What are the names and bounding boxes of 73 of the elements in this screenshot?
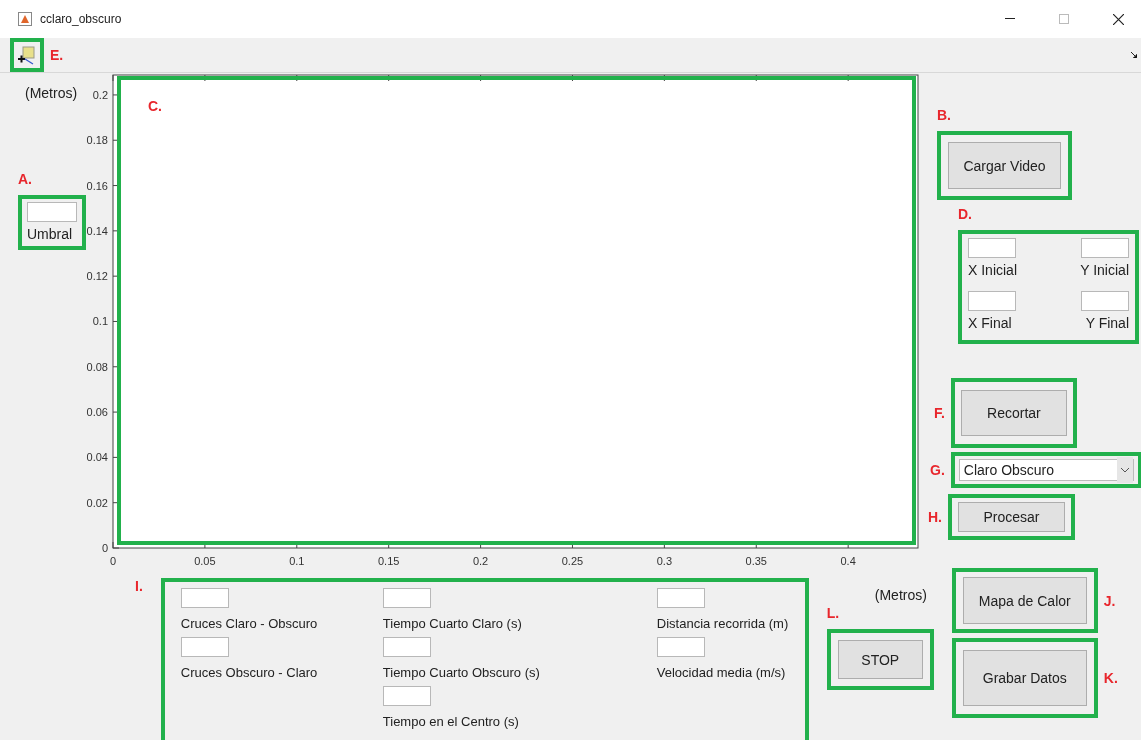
y-tick-label: 0.2	[92, 88, 108, 101]
field-label: Tiempo Cuarto Claro (s)	[382, 616, 523, 631]
x-tick-label: 0.25	[561, 555, 584, 567]
y-tick-label: 0	[101, 542, 108, 554]
field-label: Distancia recorrida (m)	[656, 616, 790, 631]
y-tick-label: 0.12	[86, 270, 108, 283]
x-tick-label: 0.35	[745, 555, 767, 567]
field-label: Tiempo Cuarto Obscuro (s)	[382, 665, 541, 680]
field-label: Y Final	[1085, 315, 1129, 331]
y-tick-label: 0.14	[86, 224, 108, 237]
y-tick-label: 0.1	[92, 315, 108, 328]
annotation-label: J.	[1103, 592, 1116, 609]
input-field[interactable]	[180, 637, 229, 657]
input-field[interactable]	[382, 588, 431, 608]
field-label: Y Inicial	[1080, 262, 1129, 278]
stop-button[interactable]: STOP	[837, 640, 923, 679]
dropdown[interactable]: Claro Obscuro	[958, 459, 1134, 481]
input-field[interactable]	[1081, 238, 1129, 258]
input-field[interactable]	[1081, 291, 1129, 311]
field-label: X Final	[968, 315, 1012, 331]
y-tick-label: 0.04	[86, 451, 108, 464]
input-field[interactable]	[382, 686, 431, 706]
input-field[interactable]	[27, 202, 77, 222]
annotation-label: I.	[135, 578, 143, 594]
input-field[interactable]	[382, 637, 431, 657]
window-title: cclaro_obscuro	[40, 12, 123, 26]
axis-label: (Metros)	[25, 85, 79, 101]
annotation-label: C.	[148, 98, 162, 114]
field-label: Velocidad media (m/s)	[656, 665, 787, 680]
y-tick-label: 0.06	[86, 406, 108, 419]
annotation-label: G.	[930, 462, 945, 478]
app-icon	[18, 12, 32, 26]
dock-arrow-icon[interactable]	[1131, 52, 1137, 58]
field-label: Cruces Obscuro - Claro	[180, 665, 319, 680]
annotation-label: E.	[50, 47, 64, 63]
annotation-label: D.	[958, 206, 972, 222]
load-video-button[interactable]: Cargar Video	[948, 142, 1061, 189]
field-label: Tiempo en el Centro (s)	[382, 714, 520, 729]
annotation-label: H.	[928, 509, 942, 525]
heatmap-button[interactable]: Mapa de Calor	[962, 577, 1087, 624]
maximize-icon	[1059, 14, 1069, 24]
crop-button[interactable]: Recortar	[960, 390, 1067, 436]
annotation-label: A.	[18, 171, 32, 187]
input-field[interactable]	[656, 637, 705, 657]
input-field[interactable]	[968, 238, 1016, 258]
y-tick-label: 0.18	[86, 134, 108, 147]
x-tick-label: 0.4	[840, 555, 856, 567]
x-tick-label: 0.3	[656, 555, 672, 567]
field-label: X Inicial	[968, 262, 1018, 278]
data-cursor-icon[interactable]	[16, 44, 38, 66]
chevron-down-icon	[1116, 457, 1133, 483]
save-data-button[interactable]: Grabar Datos	[962, 650, 1087, 706]
x-tick-label: 0.1	[289, 555, 305, 567]
annotation-label: B.	[937, 107, 951, 123]
process-button[interactable]: Procesar	[958, 502, 1065, 532]
annotation-label: K.	[1103, 670, 1118, 686]
field-label: Umbral	[27, 226, 74, 242]
x-tick-label: 0.05	[194, 555, 216, 567]
axis-label: (Metros)	[874, 587, 928, 603]
input-field[interactable]	[968, 291, 1016, 311]
annotation-label: L.	[826, 605, 840, 621]
x-tick-label: 0	[109, 555, 117, 567]
close-icon	[1112, 13, 1124, 25]
minimize-icon	[1005, 18, 1015, 20]
x-tick-label: 0.2	[472, 555, 489, 567]
y-tick-label: 0.16	[86, 179, 108, 192]
y-tick-label: 0.02	[86, 496, 108, 509]
y-tick-label: 0.08	[86, 360, 108, 373]
annotation-label: F.	[934, 405, 945, 421]
input-field[interactable]	[180, 588, 229, 608]
input-field[interactable]	[656, 588, 705, 608]
x-tick-label: 0.15	[377, 555, 400, 567]
field-label: Cruces Claro - Obscuro	[180, 616, 319, 631]
